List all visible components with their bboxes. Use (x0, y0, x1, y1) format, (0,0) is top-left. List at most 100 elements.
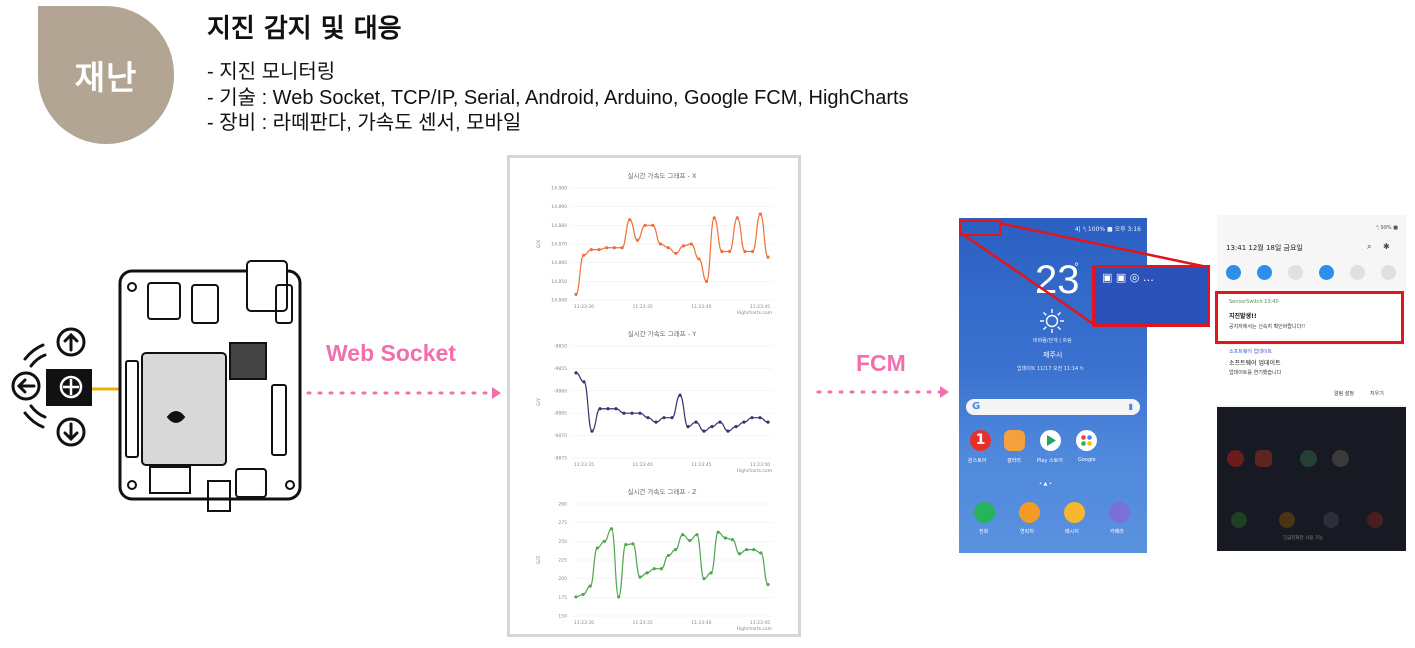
clear-notifications-button[interactable]: 지우기 (1370, 390, 1384, 397)
google-search-bar[interactable]: G ▮ (966, 399, 1140, 415)
data-point (686, 425, 690, 429)
data-point (694, 420, 698, 424)
gear-icon[interactable]: ✱ (1383, 242, 1390, 251)
data-point (666, 553, 671, 558)
data-point (638, 411, 642, 415)
dimmed-app-icon (1231, 512, 1247, 528)
category-badge-label: 재난 (74, 58, 138, 97)
data-point (709, 571, 713, 575)
realtime-charts: 실시간 가속도 그래프 - X G/X 14.900 14.890 14.880 14.8… (536, 171, 772, 632)
fcm-arrow (816, 386, 949, 398)
mic-icon[interactable]: ▮ (1129, 402, 1133, 411)
bluetooth-toggle-icon[interactable] (1288, 265, 1303, 280)
data-point (674, 251, 678, 255)
phone-app-icon[interactable] (974, 502, 995, 523)
app-label-onestore: 원스토어 (968, 458, 987, 464)
notification-settings-button[interactable]: 알림 설정 (1334, 390, 1354, 397)
search-icon[interactable]: ⌕ (1367, 242, 1371, 252)
dimmed-app-icon (1332, 450, 1349, 467)
contacts-app-icon[interactable] (1019, 502, 1040, 523)
flashlight-toggle-icon[interactable] (1381, 265, 1396, 280)
y-tick-label: -9850 (554, 344, 567, 350)
wifi-toggle-icon[interactable] (1226, 265, 1241, 280)
data-point (726, 429, 730, 433)
x-tick-label: 11:23:35 (574, 462, 594, 468)
x-tick-label: 11:23:35 (633, 304, 653, 310)
google-logo-icon: G (972, 401, 981, 412)
status-icons-magnified: ▣ ▣ ◎ … (1092, 265, 1210, 327)
x-tick-label: 11:23:45 (691, 462, 711, 468)
data-point (702, 429, 706, 433)
play-store-app-icon[interactable] (1040, 430, 1061, 451)
series-line (575, 528, 769, 598)
data-point (590, 429, 594, 433)
earthquake-notification-highlight (1215, 291, 1404, 344)
y-tick-label: -9855 (554, 366, 567, 372)
data-point (735, 216, 739, 220)
data-point (681, 533, 685, 537)
data-point (597, 248, 601, 252)
websocket-label: Web Socket (326, 340, 456, 366)
series-line (575, 213, 769, 295)
data-point (710, 425, 714, 429)
weather-city: 제주시 (1043, 351, 1063, 359)
data-point (631, 542, 635, 546)
realtime-charts-panel: 실시간 가속도 그래프 - X G/X 14.900 14.890 14.880 14.8… (507, 155, 801, 637)
status-bar-right: ⁴ⱼ 99% ■ (1376, 225, 1398, 231)
data-point (635, 238, 640, 242)
sound-toggle-icon[interactable] (1257, 265, 1272, 280)
x-tick-label: 11:23:45 (750, 620, 770, 626)
dock-label-camera: 카메라 (1110, 529, 1124, 535)
weather-condition: 비바람/안개 | 흐림 (1033, 338, 1072, 344)
dimmed-app-icon (1300, 450, 1317, 467)
gallery-app-icon[interactable] (1004, 430, 1025, 451)
data-point (609, 527, 614, 531)
y-tick-label: 14.890 (551, 204, 567, 210)
y-tick-label: -9860 (554, 388, 567, 394)
data-point (723, 536, 727, 540)
data-point (645, 571, 649, 575)
data-point (643, 223, 647, 227)
data-point (730, 538, 735, 542)
page-title: 지진 감지 및 대응 (207, 14, 402, 44)
y-axis-label: G/X (536, 240, 542, 248)
accel-chart-y: 실시간 가속도 그래프 - Y G/Y -9850 -9855 -9860 -9865 -9… (536, 329, 772, 474)
data-point (702, 577, 706, 581)
data-point (602, 539, 607, 543)
airplane-toggle-icon[interactable] (1350, 265, 1365, 280)
data-point (588, 584, 592, 588)
data-point (728, 249, 732, 254)
rotate-toggle-icon[interactable] (1319, 265, 1334, 280)
data-point (614, 407, 618, 411)
google-folder-app-icon[interactable] (1076, 430, 1097, 451)
status-icons-highlight (959, 220, 1001, 236)
data-point (745, 548, 749, 552)
data-point (622, 411, 626, 415)
series-line (575, 372, 769, 432)
messages-app-icon[interactable] (1064, 502, 1085, 523)
x-tick-label: 11:23:45 (750, 304, 770, 310)
data-point (720, 249, 724, 254)
y-tick-label: 14.840 (551, 298, 567, 304)
chart-credits: Highcharts.com (737, 626, 772, 632)
chart-credits: Highcharts.com (737, 468, 772, 474)
chart-credits: Highcharts.com (737, 310, 772, 316)
y-tick-label: 14.870 (551, 242, 567, 248)
data-point (620, 246, 624, 250)
y-axis-label: G/Y (536, 398, 542, 406)
websocket-arrow (306, 387, 501, 399)
camera-app-icon[interactable] (1109, 502, 1130, 523)
y-tick-label: 250 (558, 539, 567, 545)
y-tick-label: 14.860 (551, 260, 567, 266)
page-indicator: • ▲ • (1039, 481, 1052, 487)
accel-chart-x: 실시간 가속도 그래프 - X G/X 14.900 14.890 14.880 14.8… (536, 171, 772, 316)
data-point (697, 257, 701, 261)
dock-label-messages: 메시지 (1065, 529, 1079, 535)
phone-notification-shade: ⁴ⱼ 99% ■ 13:41 12월 18일 금요일 ⌕ ✱ SensorSwi… (1217, 215, 1406, 551)
data-point (630, 411, 634, 415)
onestore-app-icon[interactable]: 1 (970, 430, 991, 451)
dimmed-app-icon (1367, 512, 1383, 528)
data-point (734, 425, 738, 429)
data-point (662, 416, 666, 420)
notif2-app-name: 소프트웨어 업데이트 (1229, 349, 1272, 355)
